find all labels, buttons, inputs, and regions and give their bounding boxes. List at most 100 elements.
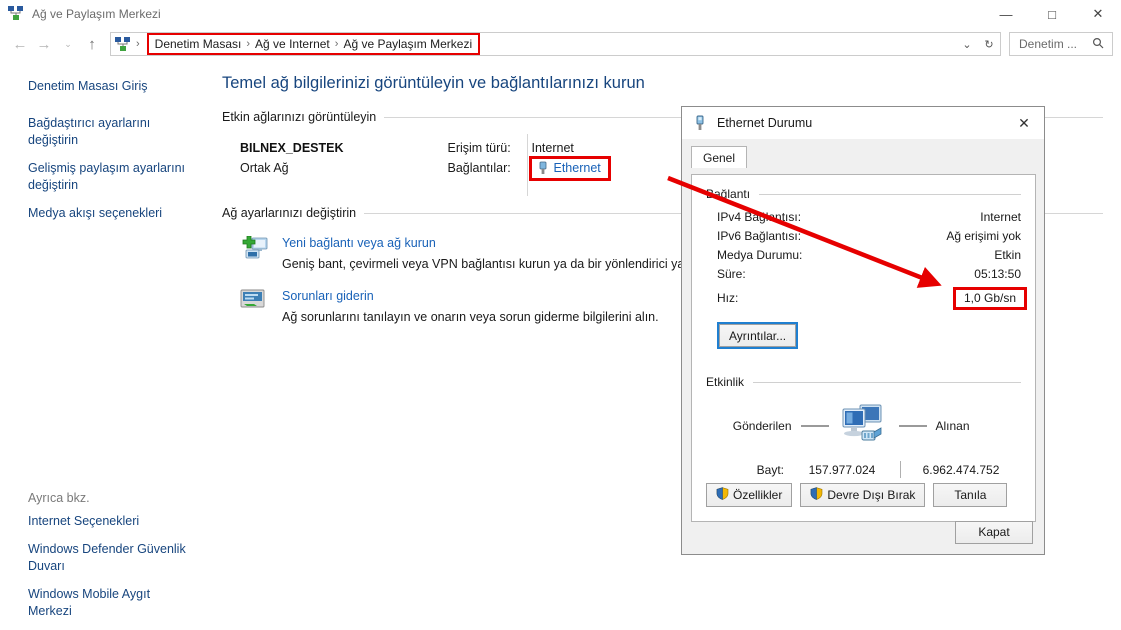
- dialog-title: Ethernet Durumu: [717, 116, 813, 130]
- ethernet-port-icon: [537, 161, 549, 175]
- activity-diagram: Gönderilen Alınan: [706, 403, 1021, 449]
- breadcrumb-item-1[interactable]: Ağ ve Internet: [255, 37, 330, 51]
- up-button[interactable]: ↑: [80, 32, 104, 56]
- two-computers-ethernet-icon: [838, 401, 890, 452]
- window-title-bar: Ağ ve Paylaşım Merkezi — □ ✕: [0, 0, 1121, 28]
- refresh-icon[interactable]: ↻: [978, 38, 1000, 51]
- connection-group-rule: [759, 193, 1021, 195]
- access-type-value: Internet: [531, 141, 574, 155]
- activity-group-label: Etkinlik: [706, 375, 745, 389]
- network-sharing-center-window: Ağ ve Paylaşım Merkezi — □ ✕ ← → ⌄ ↑ › D…: [0, 0, 1121, 630]
- bytes-label: Bayt:: [756, 462, 784, 477]
- search-input[interactable]: Denetim ...: [1009, 32, 1113, 56]
- change-settings-heading: Ağ ayarlarınızı değiştirin: [222, 206, 357, 220]
- task-troubleshoot-desc: Ağ sorunlarını tanılayın ve onarın veya …: [282, 310, 659, 324]
- connection-group-label: Bağlantı: [706, 187, 751, 201]
- dialog-title-bar: Ethernet Durumu ✕: [682, 107, 1044, 140]
- ethernet-link-highlight: Ethernet: [528, 155, 611, 181]
- media-state-label: Medya Durumu:: [717, 247, 803, 262]
- diagnose-button[interactable]: Tanıla: [933, 483, 1008, 507]
- activity-group: Etkinlik Gönderilen Alınan Bayt: 157.977…: [706, 375, 1021, 478]
- breadcrumb-separator-1: ›: [246, 37, 251, 50]
- sidebar-item-change-adapter-settings[interactable]: Bağdaştırıcı ayarlarını değiştirin: [0, 113, 200, 151]
- dialog-tab-panel: Bağlantı IPv4 Bağlantısı: Internet IPv6 …: [691, 174, 1036, 522]
- maximize-button[interactable]: □: [1029, 0, 1075, 28]
- task-troubleshoot-title[interactable]: Sorunları giderin: [282, 287, 659, 305]
- task-new-connection-title[interactable]: Yeni bağlantı veya ağ kurun: [282, 234, 712, 252]
- ipv6-row: IPv6 Bağlantısı: Ağ erişimi yok: [706, 226, 1021, 245]
- window-title: Ağ ve Paylaşım Merkezi: [32, 7, 161, 21]
- network-name: BILNEX_DESTEK: [240, 141, 344, 155]
- see-also-item-windows-mobile-device-center[interactable]: Windows Mobile Aygıt Merkezi: [0, 584, 200, 622]
- address-field-actions: ⌄ ↻: [956, 33, 1000, 55]
- properties-button-label: Özellikler: [733, 488, 783, 502]
- active-network-identity: BILNEX_DESTEK Ortak Ağ: [240, 138, 344, 178]
- dialog-footer: Kapat: [682, 510, 1044, 554]
- recent-locations-button[interactable]: ⌄: [56, 32, 80, 56]
- minimize-button[interactable]: —: [983, 0, 1029, 28]
- details-button[interactable]: Ayrıntılar...: [719, 324, 797, 347]
- duration-value: 05:13:50: [974, 266, 1021, 281]
- forward-button[interactable]: →: [32, 32, 56, 56]
- access-type-label: Erişim türü:: [447, 141, 511, 155]
- see-also-spacer-2: [0, 577, 216, 584]
- search-placeholder: Denetim ...: [1019, 37, 1078, 51]
- network-divider: [527, 134, 528, 196]
- ethernet-port-icon: [692, 115, 708, 131]
- disable-button-label: Devre Dışı Bırak: [827, 488, 916, 502]
- network-sharing-icon: [8, 6, 24, 22]
- sidebar-item-control-panel-home[interactable]: Denetim Masası Giriş: [0, 76, 200, 97]
- connection-rows: IPv4 Bağlantısı: Internet IPv6 Bağlantıs…: [706, 207, 1027, 310]
- received-label: Alınan: [935, 419, 970, 433]
- close-dialog-button[interactable]: Kapat: [955, 520, 1033, 544]
- dialog-close-icon[interactable]: ✕: [1004, 107, 1044, 139]
- disable-button[interactable]: Devre Dışı Bırak: [800, 483, 926, 507]
- ipv4-row: IPv4 Bağlantısı: Internet: [706, 207, 1021, 226]
- address-field[interactable]: › Denetim Masası › Ağ ve Internet › Ağ v…: [110, 32, 1001, 56]
- task-troubleshoot-body: Sorunları giderin Ağ sorunlarını tanılay…: [272, 287, 659, 326]
- media-state-row: Medya Durumu: Etkin: [706, 245, 1021, 264]
- see-also-item-internet-options[interactable]: Internet Seçenekleri: [0, 511, 200, 532]
- new-connection-icon: [240, 234, 272, 273]
- breadcrumb-highlight: Denetim Masası › Ağ ve Internet › Ağ ve …: [146, 33, 481, 55]
- address-root-network-sharing-icon: [115, 36, 131, 52]
- sent-link-line: [800, 425, 829, 427]
- close-button[interactable]: ✕: [1075, 0, 1121, 28]
- sent-label: Gönderilen: [732, 419, 792, 433]
- dialog-action-buttons: Özellikler Devre Dışı Bırak Tanıla: [706, 483, 1008, 507]
- media-state-value: Etkin: [994, 247, 1021, 262]
- breadcrumb-separator-2: ›: [334, 37, 339, 50]
- properties-button[interactable]: Özellikler: [706, 483, 793, 507]
- breadcrumb-separator-0: ›: [136, 38, 140, 50]
- connection-group: Bağlantı IPv4 Bağlantısı: Internet IPv6 …: [706, 187, 1027, 349]
- ipv6-label: IPv6 Bağlantısı:: [717, 228, 802, 243]
- ethernet-connection-link[interactable]: Ethernet: [554, 161, 601, 175]
- window-controls: — □ ✕: [983, 0, 1121, 28]
- connections-row: Bağlantılar: Ethernet: [448, 155, 611, 181]
- bytes-sent-value: 157.977.024: [808, 462, 876, 477]
- see-also-heading: Ayrıca bkz.: [28, 491, 90, 505]
- back-button[interactable]: ←: [8, 32, 32, 56]
- details-button-highlight: Ayrıntılar...: [717, 322, 799, 349]
- network-type: Ortak Ağ: [240, 161, 289, 175]
- task-new-connection-body: Yeni bağlantı veya ağ kurun Geniş bant, …: [272, 234, 712, 273]
- ipv4-label: IPv4 Bağlantısı:: [717, 209, 802, 224]
- see-also-spacer-1: [0, 532, 216, 539]
- received-link-line: [898, 425, 927, 427]
- address-bar-row: ← → ⌄ ↑ › Denetim Masası › Ağ ve Interne…: [0, 28, 1121, 60]
- sidebar-item-media-streaming-options[interactable]: Medya akışı seçenekleri: [0, 203, 200, 224]
- sidebar-item-change-advanced-sharing-settings[interactable]: Gelişmiş paylaşım ayarlarını değiştirin: [0, 158, 200, 196]
- tab-genel[interactable]: Genel: [691, 146, 748, 168]
- breadcrumb-item-0[interactable]: Denetim Masası: [155, 37, 242, 51]
- duration-row: Süre: 05:13:50: [706, 264, 1021, 283]
- breadcrumb-item-2[interactable]: Ağ ve Paylaşım Merkezi: [343, 37, 472, 51]
- search-icon: [1092, 37, 1112, 52]
- active-network-details: Erişim türü: Internet Bağlantılar: Ether…: [447, 138, 611, 181]
- see-also-section: Ayrıca bkz. Internet Seçenekleri Windows…: [0, 491, 216, 622]
- chevron-down-icon[interactable]: ⌄: [956, 38, 978, 51]
- see-also-item-windows-defender-firewall[interactable]: Windows Defender Güvenlik Duvarı: [0, 539, 200, 577]
- shield-icon: [810, 487, 823, 503]
- speed-label: Hız:: [717, 291, 739, 305]
